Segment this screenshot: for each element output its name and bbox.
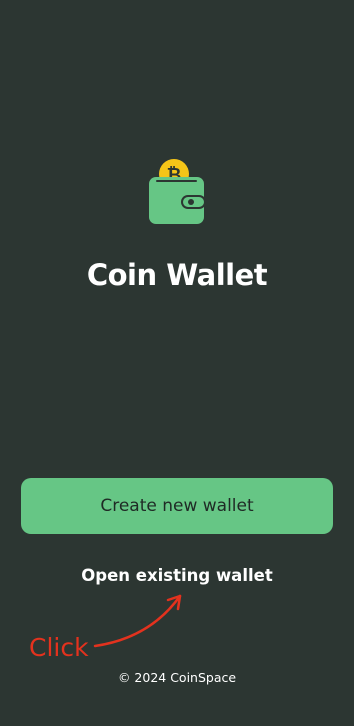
footer-copyright: © 2024 CoinSpace [117, 670, 237, 685]
wallet-bitcoin-icon: ₿ [148, 158, 208, 226]
create-wallet-button[interactable]: Create new wallet [21, 478, 333, 534]
app-title: Coin Wallet [86, 258, 268, 292]
annotation-click-label: Click [29, 633, 89, 662]
annotation-arrow-icon [93, 594, 182, 648]
